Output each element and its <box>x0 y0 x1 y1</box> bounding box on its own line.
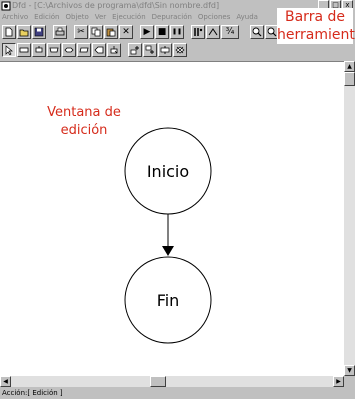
read-icon <box>79 47 89 53</box>
toolbar-annotation: Barra de herramientas <box>277 8 355 44</box>
delete-button[interactable]: ✕ <box>119 25 133 39</box>
menu-objeto[interactable]: Objeto <box>66 12 89 23</box>
new-file-button[interactable] <box>2 25 16 39</box>
copy-button[interactable] <box>89 25 103 39</box>
close-object-icon <box>175 46 185 54</box>
end-label: Fin <box>157 291 180 310</box>
menu-ejecucion[interactable]: Ejecución <box>112 12 145 23</box>
objects-toolbar <box>0 42 355 58</box>
app-icon <box>1 1 11 11</box>
print-icon <box>55 27 65 36</box>
edit-window-annotation: Ventana de edición <box>47 105 121 138</box>
cut-button[interactable]: ✂ <box>74 25 88 39</box>
subprogram-button[interactable] <box>107 43 121 57</box>
zoom-in-button[interactable] <box>250 25 264 39</box>
watch-button[interactable]: ¾ <box>221 25 239 39</box>
print-button[interactable] <box>53 25 67 39</box>
trace-button[interactable] <box>206 25 220 39</box>
paste-icon <box>106 28 116 37</box>
pause-button[interactable]: ❚❚ <box>170 25 184 39</box>
scroll-left-arrow-icon[interactable]: ◀ <box>0 376 11 387</box>
connect-button[interactable] <box>158 43 172 57</box>
vertical-scroll-thumb[interactable] <box>344 72 355 86</box>
window-title: Dfd - [C:\Archivos de programa\dfd\Sin n… <box>12 1 220 10</box>
zoom-out-icon <box>267 27 277 37</box>
write-button[interactable] <box>92 43 106 57</box>
scroll-right-arrow-icon[interactable]: ▶ <box>333 376 344 387</box>
step-icon <box>194 28 203 36</box>
menu-opciones[interactable]: Opciones <box>198 12 230 23</box>
assignment-block-icon <box>19 47 29 53</box>
subprogram-icon <box>110 46 118 54</box>
menu-edicion[interactable]: Edición <box>34 12 59 23</box>
start-label: Inicio <box>147 162 189 181</box>
insert-object-icon <box>130 46 139 55</box>
scroll-up-arrow-icon[interactable]: ▲ <box>344 61 355 72</box>
insert-object-button[interactable] <box>128 43 142 57</box>
read-button[interactable] <box>77 43 91 57</box>
zoom-in-icon <box>252 27 262 37</box>
menu-archivo[interactable]: Archivo <box>2 12 28 23</box>
assignment-button[interactable] <box>17 43 31 57</box>
save-button[interactable] <box>32 25 46 39</box>
open-folder-icon <box>19 29 29 37</box>
pointer-button[interactable] <box>2 43 16 57</box>
insert-below-button[interactable] <box>143 43 157 57</box>
arrow-head-icon <box>162 246 174 256</box>
decision-button[interactable] <box>62 43 76 57</box>
step-button[interactable] <box>191 25 205 39</box>
new-file-icon <box>5 27 13 37</box>
menu-ver[interactable]: Ver <box>95 12 106 23</box>
horizontal-scroll-thumb[interactable] <box>150 376 166 387</box>
while-button[interactable] <box>47 43 61 57</box>
paste-button[interactable] <box>104 25 118 39</box>
menu-ayuda[interactable]: Ayuda <box>236 12 258 23</box>
loop-icon <box>35 46 43 53</box>
insert-below-icon <box>145 45 154 54</box>
copy-icon <box>91 27 101 37</box>
scroll-down-arrow-icon[interactable]: ▼ <box>344 365 355 376</box>
loop-button[interactable] <box>32 43 46 57</box>
decision-icon <box>64 47 74 53</box>
open-button[interactable] <box>17 25 31 39</box>
vertical-scrollbar[interactable]: ▲ ▼ <box>344 61 355 376</box>
while-icon <box>49 47 59 53</box>
save-icon <box>34 27 44 37</box>
run-button[interactable]: ▶ <box>140 25 154 39</box>
write-icon <box>94 46 104 54</box>
pointer-icon <box>5 45 13 55</box>
trace-icon <box>208 28 218 36</box>
scrollbar-corner <box>344 376 355 387</box>
horizontal-scrollbar[interactable]: ◀ ▶ <box>0 376 344 387</box>
app-window: Dfd - [C:\Archivos de programa\dfd\Sin n… <box>0 0 355 399</box>
status-bar: Acción:[ Edición ] <box>0 387 355 399</box>
connect-icon <box>160 46 170 54</box>
close-object-button[interactable] <box>173 43 187 57</box>
stop-button[interactable]: ■ <box>155 25 169 39</box>
menu-depuracion[interactable]: Depuración <box>152 12 192 23</box>
